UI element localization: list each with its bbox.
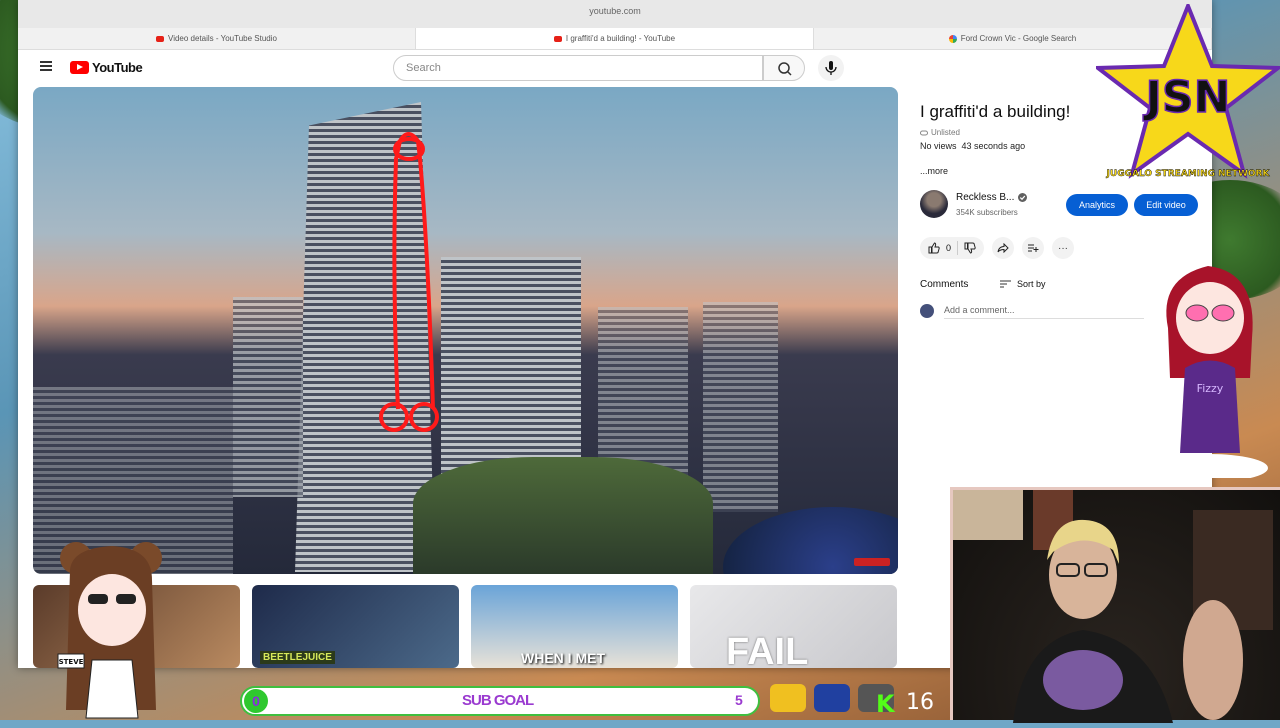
tab-strip: Video details - YouTube Studio I graffit…: [18, 28, 1212, 50]
logo-text: JSN: [1143, 72, 1231, 123]
related-video-thumbnail[interactable]: FAIL: [690, 585, 897, 668]
address-bar[interactable]: youtube.com: [589, 6, 641, 16]
like-count: 0: [946, 243, 952, 253]
video-meta: No views 43 seconds ago: [920, 141, 1025, 151]
kick-icon: K: [876, 690, 895, 718]
related-video-thumbnail[interactable]: BEETLEJUICE: [252, 585, 459, 668]
microphone-icon: [825, 61, 837, 75]
share-button[interactable]: [992, 237, 1015, 259]
google-icon: [948, 34, 957, 43]
video-title: I graffiti'd a building!: [920, 102, 1071, 121]
dislike-icon[interactable]: [964, 242, 976, 254]
divider: [957, 241, 959, 255]
youtube-icon: [553, 35, 562, 42]
sub-goal-current: 0: [244, 689, 268, 713]
like-icon[interactable]: [928, 242, 940, 254]
logo-subtext: JUGGALO STREAMING NETWORK: [1106, 169, 1271, 179]
sub-goal-label: SUB GOAL: [462, 692, 534, 709]
sort-icon: [1000, 280, 1011, 288]
sub-goal-bar: 0 SUB GOAL 5: [240, 684, 760, 720]
video-player[interactable]: [33, 87, 898, 574]
sort-comments-button[interactable]: Sort by: [1000, 279, 1046, 289]
red-graffiti-drawing: [379, 132, 439, 432]
share-icon: [997, 243, 1009, 253]
search-input[interactable]: Search: [393, 55, 763, 81]
jsn-logo: JSN JUGGALO STREAMING NETWORK: [1096, 4, 1280, 179]
sign-text: STEVE: [59, 658, 84, 666]
rooftop-plaza: [413, 457, 713, 574]
more-icon: ···: [1058, 242, 1069, 254]
link-icon: [920, 130, 928, 135]
vtuber-avatar-steve: STEVE: [57, 542, 162, 719]
hamburger-menu-icon[interactable]: [40, 61, 52, 71]
comments-heading: Comments: [920, 279, 969, 290]
upload-age: 43 seconds ago: [961, 141, 1026, 151]
analytics-button[interactable]: Analytics: [1066, 194, 1128, 216]
webcam-person: [953, 490, 1273, 723]
youtube-studio-icon: [156, 35, 164, 42]
thumbnail-caption: FAIL: [726, 631, 809, 668]
viewer-count: 16: [906, 690, 934, 715]
tower-building: [233, 297, 303, 497]
youtube-play-icon: [70, 61, 89, 74]
related-video-thumbnail[interactable]: WHEN I MET: [471, 585, 678, 668]
youtube-header: YouTube Search: [18, 50, 1212, 86]
search-button[interactable]: [763, 55, 805, 81]
thumbnail-caption: BEETLEJUICE: [260, 651, 335, 664]
tower-building: [703, 302, 778, 512]
search-icon: [778, 62, 792, 76]
channel-name-row[interactable]: Reckless B...: [956, 192, 1028, 203]
add-comment-input[interactable]: Add a comment...: [944, 305, 1144, 319]
tab-youtube-video[interactable]: I graffiti'd a building! - YouTube: [416, 28, 814, 49]
channel-name: Reckless B...: [956, 192, 1015, 203]
thumbnail-caption: WHEN I MET: [521, 650, 605, 666]
dock-app-icon[interactable]: [770, 684, 806, 712]
channel-avatar[interactable]: [920, 190, 948, 218]
verified-check-icon: [1018, 193, 1028, 202]
shirt-text: Fizzy: [1197, 382, 1224, 395]
user-avatar: [920, 304, 934, 318]
description-more[interactable]: ...more: [920, 166, 948, 176]
subscriber-count: 354K subscribers: [956, 208, 1018, 217]
youtube-logo[interactable]: YouTube: [70, 60, 143, 75]
more-actions-button[interactable]: ···: [1052, 237, 1075, 259]
action-bar: 0 ···: [920, 236, 1075, 260]
vtuber-avatar-fizzy: Fizzy: [1152, 266, 1268, 478]
playlist-add-icon: [1028, 244, 1039, 252]
voice-search-button[interactable]: [818, 55, 844, 81]
view-count: No views: [920, 141, 957, 151]
edit-video-button[interactable]: Edit video: [1134, 194, 1198, 216]
like-dislike-pill: 0: [920, 237, 985, 259]
tab-studio[interactable]: Video details - YouTube Studio: [18, 28, 416, 49]
browser-titlebar: youtube.com: [18, 0, 1212, 28]
webcam-feed: [950, 487, 1280, 723]
dock-app-icon[interactable]: [814, 684, 850, 712]
visibility-badge: Unlisted: [920, 128, 960, 137]
sub-goal-target: 5: [735, 692, 743, 708]
subscribe-watermark[interactable]: [854, 558, 890, 566]
save-to-playlist-button[interactable]: [1022, 237, 1045, 259]
